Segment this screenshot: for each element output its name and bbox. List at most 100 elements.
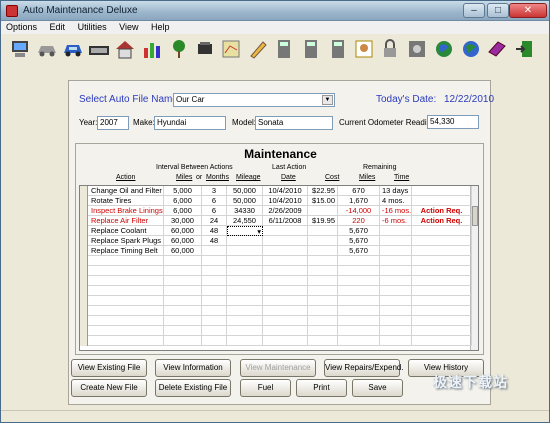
cell-mileage[interactable]: 24,550 xyxy=(227,216,263,226)
table-row[interactable] xyxy=(80,326,472,336)
save-button[interactable]: Save xyxy=(352,379,403,397)
cell-status[interactable] xyxy=(412,296,472,306)
table-row[interactable] xyxy=(80,276,472,286)
row-selector[interactable] xyxy=(80,276,88,286)
cell-date[interactable]: 2/26/2009 xyxy=(263,206,308,216)
table-row[interactable]: Change Oil and Filter 5,000 3 50,000 10/4/20… xyxy=(80,186,472,196)
cell-months[interactable] xyxy=(202,286,227,296)
cell-status[interactable] xyxy=(412,246,472,256)
cell-status[interactable] xyxy=(412,316,472,326)
cell-action[interactable] xyxy=(89,306,164,316)
row-selector[interactable] xyxy=(80,196,88,206)
cell-status[interactable] xyxy=(412,286,472,296)
table-row[interactable]: Inspect Brake Linings 6,000 6 34330 2/26/200… xyxy=(80,206,472,216)
cell-date[interactable] xyxy=(263,266,308,276)
row-selector[interactable] xyxy=(80,296,88,306)
cell-date[interactable]: 6/11/2008 xyxy=(263,216,308,226)
exit-icon[interactable] xyxy=(513,38,535,60)
lock-icon[interactable] xyxy=(379,38,401,60)
view-existing-file-button[interactable]: View Existing File xyxy=(71,359,147,377)
cell-status[interactable] xyxy=(412,256,472,266)
table-row[interactable]: Rotate Tires 6,000 6 50,000 10/4/2010 $15.00 1… xyxy=(80,196,472,206)
table-row[interactable] xyxy=(80,296,472,306)
cell-miles[interactable]: 5,000 xyxy=(164,186,202,196)
cell-cost[interactable]: $22.95 xyxy=(308,186,338,196)
cell-months[interactable]: 24 xyxy=(202,216,227,226)
cell-status[interactable] xyxy=(412,336,472,346)
menu-help[interactable]: Help xyxy=(146,21,175,34)
cell-status[interactable]: Action Req. xyxy=(412,216,472,226)
cell-mileage[interactable]: 50,000 xyxy=(227,196,263,206)
cell-action[interactable] xyxy=(89,296,164,306)
cell-rem-time[interactable] xyxy=(380,306,412,316)
cell-miles[interactable]: 6,000 xyxy=(164,206,202,216)
cell-rem-time[interactable]: -6 mos. xyxy=(380,216,412,226)
row-selector[interactable] xyxy=(80,216,88,226)
cell-action[interactable]: Replace Spark Plugs xyxy=(89,236,164,246)
cell-mileage[interactable] xyxy=(227,286,263,296)
cell-rem-time[interactable] xyxy=(380,246,412,256)
auto-file-select[interactable]: Our Car ▼ xyxy=(173,93,335,107)
cell-rem-miles[interactable]: 1,670 xyxy=(338,196,380,206)
cell-rem-time[interactable] xyxy=(380,296,412,306)
maximize-button[interactable]: □ xyxy=(487,3,509,18)
cell-cost[interactable] xyxy=(308,226,338,236)
cell-rem-time[interactable] xyxy=(380,326,412,336)
cell-cost[interactable] xyxy=(308,306,338,316)
cell-miles[interactable] xyxy=(164,316,202,326)
cell-action[interactable]: Change Oil and Filter xyxy=(89,186,164,196)
row-selector[interactable] xyxy=(80,206,88,216)
cell-date[interactable] xyxy=(263,236,308,246)
cell-action[interactable] xyxy=(89,276,164,286)
cell-action[interactable] xyxy=(89,326,164,336)
book-icon[interactable] xyxy=(486,38,508,60)
cell-miles[interactable]: 60,000 xyxy=(164,226,202,236)
cell-mileage[interactable]: 50,000 xyxy=(227,186,263,196)
calculator-2-icon[interactable] xyxy=(300,38,322,60)
delete-existing-file-button[interactable]: Delete Existing File xyxy=(155,379,231,397)
cell-mileage[interactable] xyxy=(227,256,263,266)
cell-rem-miles[interactable]: -14,000 xyxy=(338,206,380,216)
cell-rem-miles[interactable]: 220 xyxy=(338,216,380,226)
calculator-3-icon[interactable] xyxy=(327,38,349,60)
cell-status[interactable] xyxy=(412,236,472,246)
menu-utilities[interactable]: Utilities xyxy=(73,21,112,34)
cell-rem-time[interactable] xyxy=(380,266,412,276)
table-row[interactable] xyxy=(80,306,472,316)
row-selector[interactable] xyxy=(80,186,88,196)
cell-months[interactable]: 6 xyxy=(202,206,227,216)
cell-rem-time[interactable]: -16 mos. xyxy=(380,206,412,216)
cell-months[interactable] xyxy=(202,326,227,336)
globe-2-icon[interactable] xyxy=(460,38,482,60)
cell-mileage[interactable] xyxy=(227,306,263,316)
model-field[interactable]: Sonata xyxy=(255,116,333,130)
cell-status[interactable] xyxy=(412,196,472,206)
cell-mileage[interactable] xyxy=(227,236,263,246)
cell-rem-time[interactable] xyxy=(380,276,412,286)
cell-rem-miles[interactable] xyxy=(338,326,380,336)
cell-cost[interactable]: $19.95 xyxy=(308,216,338,226)
cell-miles[interactable]: 60,000 xyxy=(164,236,202,246)
cell-mileage[interactable] xyxy=(227,276,263,286)
cell-mileage[interactable] xyxy=(227,246,263,256)
cell-miles[interactable] xyxy=(164,296,202,306)
car-icon[interactable] xyxy=(62,38,84,60)
cell-rem-time[interactable] xyxy=(380,316,412,326)
table-row[interactable]: Replace Coolant 60,000 48 ▾ 5,670 xyxy=(80,226,472,236)
cell-date[interactable] xyxy=(263,336,308,346)
tools-icon[interactable] xyxy=(194,38,216,60)
cell-rem-time[interactable] xyxy=(380,236,412,246)
cell-mileage[interactable] xyxy=(227,266,263,276)
cell-cost[interactable] xyxy=(308,316,338,326)
computer-icon[interactable] xyxy=(9,38,31,60)
cell-rem-miles[interactable] xyxy=(338,296,380,306)
cell-rem-miles[interactable] xyxy=(338,336,380,346)
calculator-icon[interactable] xyxy=(273,38,295,60)
cell-months[interactable]: 48 xyxy=(202,236,227,246)
cell-rem-miles[interactable] xyxy=(338,266,380,276)
odometer-field[interactable]: 54,330 xyxy=(427,115,479,129)
cell-miles[interactable] xyxy=(164,286,202,296)
cell-status[interactable] xyxy=(412,276,472,286)
cell-rem-miles[interactable] xyxy=(338,276,380,286)
tree-icon[interactable] xyxy=(168,38,190,60)
